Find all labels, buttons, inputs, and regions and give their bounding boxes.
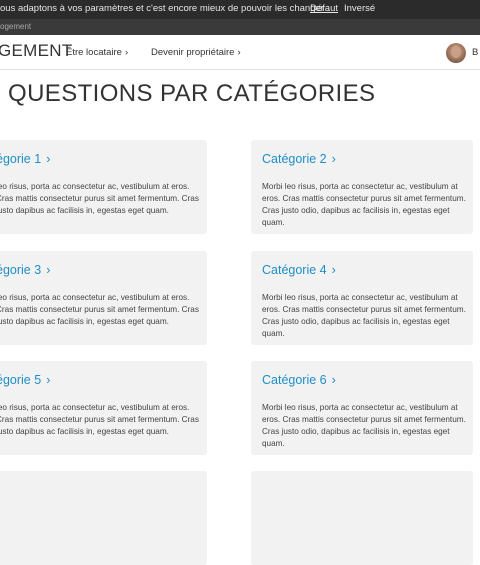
chevron-right-icon: › — [331, 373, 336, 387]
category-description: Morbi leo risus, porta ac consectetur ac… — [262, 403, 466, 448]
category-card-2[interactable]: Catégorie 2 › Morbi leo risus, porta ac c… — [251, 140, 473, 234]
avatar-face — [451, 46, 461, 58]
category-card-7[interactable] — [0, 471, 207, 565]
nav-link-proprietaire[interactable]: Devenir propriétaire › — [151, 47, 241, 58]
banner-message: ous adaptons à vos paramètres et c'est e… — [0, 3, 330, 14]
chevron-right-icon: › — [46, 263, 51, 277]
category-title[interactable]: Catégorie 6 › — [262, 373, 336, 387]
page-title: QUESTIONS PAR CATÉGORIES — [8, 80, 376, 107]
nav-link-proprietaire-label: Devenir propriétaire — [151, 47, 235, 58]
category-card-6[interactable]: Catégorie 6 › Morbi leo risus, porta ac c… — [251, 361, 473, 455]
category-description: leo risus, porta ac consectetur ac, vest… — [0, 293, 199, 326]
brand-logo[interactable]: GEMENT — [0, 41, 73, 61]
chevron-right-icon: › — [237, 47, 241, 58]
category-card-8[interactable] — [251, 471, 473, 565]
nav-link-locataire[interactable]: Être locataire › — [66, 47, 128, 58]
category-title[interactable]: égorie 3 › — [0, 263, 50, 277]
main-navigation: GEMENT Être locataire › Devenir propriéta… — [0, 35, 480, 70]
category-description: leo risus, porta ac consectetur ac, vest… — [0, 182, 199, 215]
category-title[interactable]: Catégorie 2 › — [262, 152, 336, 166]
chevron-right-icon: › — [124, 47, 129, 58]
category-description: leo risus, porta ac consectetur ac, vest… — [0, 403, 199, 436]
sub-header-text[interactable]: ogement — [0, 22, 31, 31]
category-title[interactable]: égorie 1 › — [0, 152, 50, 166]
chevron-right-icon: › — [331, 263, 336, 277]
category-card-5[interactable]: égorie 5 › leo risus, porta ac consectetu… — [0, 361, 207, 455]
accessibility-banner: ous adaptons à vos paramètres et c'est e… — [0, 0, 480, 19]
user-name[interactable]: B — [472, 47, 478, 58]
category-description: Morbi leo risus, porta ac consectetur ac… — [262, 293, 466, 338]
chevron-right-icon: › — [46, 373, 51, 387]
nav-link-locataire-label: Être locataire — [66, 47, 122, 58]
sub-header-bar: ogement — [0, 19, 480, 35]
chevron-right-icon: › — [331, 152, 336, 166]
category-card-1[interactable]: égorie 1 › leo risus, porta ac consectetu… — [0, 140, 207, 234]
display-option-inverse[interactable]: Inversé — [344, 0, 375, 17]
category-card-4[interactable]: Catégorie 4 › Morbi leo risus, porta ac c… — [251, 251, 473, 345]
display-option-default[interactable]: Défaut — [310, 0, 338, 17]
category-description: Morbi leo risus, porta ac consectetur ac… — [262, 182, 466, 227]
chevron-right-icon: › — [46, 152, 51, 166]
user-avatar[interactable] — [446, 43, 466, 63]
category-title[interactable]: égorie 5 › — [0, 373, 50, 387]
category-title[interactable]: Catégorie 4 › — [262, 263, 336, 277]
category-card-3[interactable]: égorie 3 › leo risus, porta ac consectetu… — [0, 251, 207, 345]
